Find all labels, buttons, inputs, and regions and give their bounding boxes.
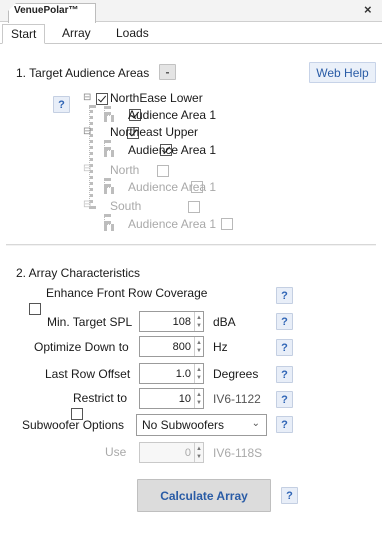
help-icon[interactable]: ?: [281, 487, 298, 504]
checkbox-north: [157, 165, 170, 177]
subwoofer-options-label: Subwoofer Options: [22, 418, 125, 432]
use-stepper: 0 ▲ ▼: [139, 442, 204, 463]
checkbox-audience-area-1d: [221, 218, 234, 230]
min-target-spl-unit: dBA: [213, 315, 236, 329]
web-help-button[interactable]: Web Help: [309, 62, 376, 83]
spin-arrows-icon: ▲ ▼: [194, 443, 203, 462]
optimize-down-value: 800: [172, 340, 191, 353]
help-icon[interactable]: ?: [276, 313, 293, 330]
optimize-down-unit: Hz: [213, 340, 228, 354]
tab-loads[interactable]: Loads: [108, 24, 157, 44]
document-tab-title: VenuePolar™: [14, 5, 79, 16]
spin-arrows-icon[interactable]: ▲ ▼: [194, 337, 203, 356]
tree-item-audience-area-1d: Audience Area 1: [128, 217, 217, 231]
collapse-icon[interactable]: ⊟: [83, 92, 91, 103]
tree-item-south: South: [110, 199, 142, 213]
tree-item-audience-area-1b[interactable]: Audience Area 1: [128, 143, 216, 157]
close-icon[interactable]: ×: [364, 3, 372, 17]
restrict-to-unit: IV6-1122: [213, 392, 261, 406]
tab-array[interactable]: Array: [54, 24, 99, 44]
tree-item-audience-area-1c: Audience Area 1: [128, 180, 217, 194]
tree-item-north: North: [110, 163, 140, 177]
help-icon[interactable]: ?: [276, 416, 293, 433]
tree-item-northease-lower[interactable]: NorthEase Lower: [110, 91, 203, 105]
checkbox-northease-lower[interactable]: [96, 93, 108, 105]
spin-arrows-icon[interactable]: ▲ ▼: [194, 364, 203, 383]
checkbox-south: [188, 201, 201, 213]
collapse-icon: ⊟: [83, 163, 92, 174]
spin-arrows-icon[interactable]: ▲ ▼: [194, 389, 203, 408]
collapse-icon[interactable]: ⊟: [83, 126, 91, 137]
section-1-title: 1. Target Audience Areas: [16, 66, 150, 80]
chevron-down-icon: ⌄: [251, 418, 260, 429]
help-icon[interactable]: ?: [276, 287, 293, 304]
tree-item-northeast-upper[interactable]: Northeast Upper: [110, 125, 198, 139]
help-icon[interactable]: ?: [276, 366, 293, 383]
restrict-to-value: 10: [178, 392, 191, 405]
collapse-icon: ⊟: [83, 199, 92, 210]
min-target-spl-label: Min. Target SPL: [47, 315, 133, 329]
last-row-offset-label: Last Row Offset: [45, 367, 131, 381]
calculate-array-button[interactable]: Calculate Array: [137, 479, 271, 512]
min-target-spl-stepper[interactable]: 108 ▲ ▼: [139, 311, 204, 332]
help-icon[interactable]: ?: [53, 96, 70, 113]
spin-arrows-icon[interactable]: ▲ ▼: [194, 312, 203, 331]
last-row-offset-value: 1.0: [175, 367, 191, 380]
last-row-offset-unit: Degrees: [213, 367, 259, 381]
section-2-title: 2. Array Characteristics: [16, 266, 141, 280]
use-label: Use: [105, 445, 127, 459]
tab-start[interactable]: Start: [2, 24, 46, 44]
use-value: 0: [184, 446, 191, 459]
restrict-to-stepper[interactable]: 10 ▲ ▼: [139, 388, 204, 409]
enhance-front-row-checkbox[interactable]: [29, 303, 41, 315]
help-icon[interactable]: ?: [276, 339, 293, 356]
last-row-offset-stepper[interactable]: 1.0 ▲ ▼: [139, 363, 204, 384]
optimize-down-label: Optimize Down to: [34, 340, 129, 354]
tree-item-audience-area-1a[interactable]: Audience Area 1: [128, 108, 216, 122]
section-divider: [6, 244, 376, 246]
subwoofer-options-value: No Subwoofers: [142, 418, 225, 432]
help-icon[interactable]: ?: [276, 391, 293, 408]
subwoofer-options-select[interactable]: No Subwoofers ⌄: [136, 414, 267, 436]
enhance-front-row-label: Enhance Front Row Coverage: [46, 286, 208, 300]
min-target-spl-value: 108: [172, 315, 191, 328]
use-unit: IV6-118S: [213, 446, 263, 460]
optimize-down-stepper[interactable]: 800 ▲ ▼: [139, 336, 204, 357]
areas-dropdown-button[interactable]: -: [159, 64, 176, 80]
restrict-to-label: Restrict to: [73, 391, 128, 405]
